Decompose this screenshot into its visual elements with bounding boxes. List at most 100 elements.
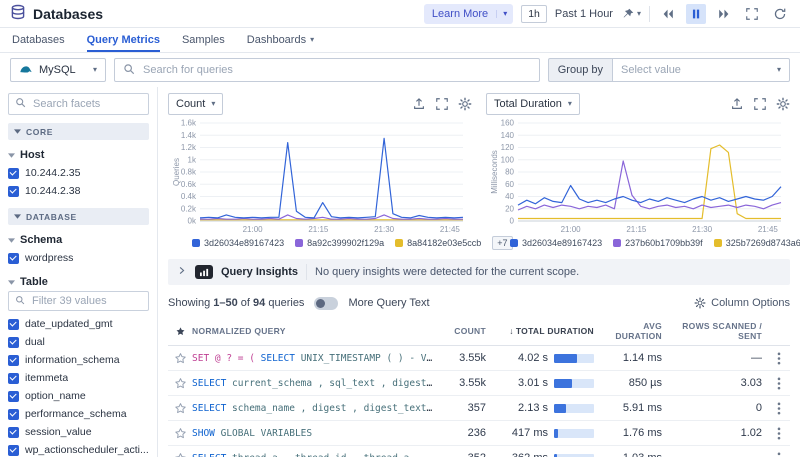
query-search-box[interactable] xyxy=(114,58,540,82)
facet-value-row[interactable]: wordpress xyxy=(8,249,149,267)
row-menu-button[interactable] xyxy=(768,402,790,415)
row-menu-button[interactable] xyxy=(768,352,790,365)
learn-more-button[interactable]: Learn More ▾ xyxy=(424,4,513,24)
db-engine-select[interactable]: MySQL ▾ xyxy=(10,58,106,82)
facet-value-row[interactable]: session_value xyxy=(8,423,149,441)
tab-samples[interactable]: Samples xyxy=(182,28,225,52)
checkbox-checked[interactable] xyxy=(8,445,19,456)
facet-value-row[interactable]: information_schema xyxy=(8,351,149,369)
legend-item[interactable]: 237b60b1709bb39f xyxy=(613,238,703,248)
gear-icon[interactable] xyxy=(458,97,472,111)
refresh-button[interactable] xyxy=(770,4,790,24)
favorite-star-icon[interactable] xyxy=(168,352,192,365)
time-range-short[interactable]: 1h xyxy=(521,5,547,23)
col-avg-duration[interactable]: AVG DURATION xyxy=(600,321,668,341)
table-row[interactable]: SELECT schema_name , digest , digest_tex… xyxy=(168,396,790,421)
facet-group-core[interactable]: CORE xyxy=(8,123,149,140)
table-row[interactable]: SELECT thread_a . thread_id , thread_a .… xyxy=(168,446,790,457)
normalized-query[interactable]: SET @ ? = ( SELECT UNIX_TIMESTAMP ( ) - … xyxy=(192,353,442,364)
checkbox-checked[interactable] xyxy=(8,427,19,438)
normalized-query[interactable]: SELECT schema_name , digest , digest_tex… xyxy=(192,403,442,414)
svg-text:21:00: 21:00 xyxy=(561,225,582,234)
favorite-star-header-icon[interactable] xyxy=(168,326,192,337)
legend-item[interactable]: 8a92c399902f129a xyxy=(295,238,384,248)
time-range-label[interactable]: Past 1 Hour xyxy=(555,8,613,20)
table-row[interactable]: SET @ ? = ( SELECT UNIX_TIMESTAMP ( ) - … xyxy=(168,346,790,371)
facet-value-row[interactable]: itemmeta xyxy=(8,369,149,387)
group-by-select[interactable]: Select value ▾ xyxy=(612,58,790,82)
tab-databases[interactable]: Databases xyxy=(12,28,65,52)
svg-text:21:15: 21:15 xyxy=(626,225,647,234)
pin-dropdown[interactable]: ▾ xyxy=(621,7,641,21)
query-insights-bar[interactable]: Query Insights No query insights were de… xyxy=(168,259,790,285)
facet-group-database[interactable]: DATABASE xyxy=(8,208,149,225)
facet-value-row[interactable]: wp_actionscheduler_acti... xyxy=(8,441,149,457)
column-options-button[interactable]: Column Options xyxy=(694,297,790,309)
col-count[interactable]: COUNT xyxy=(442,326,492,336)
chart-metric-select[interactable]: Total Duration ▾ xyxy=(486,93,580,115)
row-menu-button[interactable] xyxy=(768,377,790,390)
normalized-query[interactable]: SHOW GLOBAL VARIABLES xyxy=(192,428,442,439)
col-total-duration[interactable]: ↓ TOTAL DURATION xyxy=(492,326,600,336)
facet-value-row[interactable]: performance_schema xyxy=(8,405,149,423)
row-menu-button[interactable] xyxy=(768,427,790,440)
tab-dashboards[interactable]: Dashboards▾ xyxy=(247,28,314,52)
pause-button[interactable] xyxy=(686,4,706,24)
checkbox-checked[interactable] xyxy=(8,337,19,348)
table-row[interactable]: SHOW GLOBAL VARIABLES236417 ms1.76 ms1.0… xyxy=(168,421,790,446)
chevron-down-icon: ▾ xyxy=(777,66,781,74)
favorite-star-icon[interactable] xyxy=(168,452,192,457)
legend-label: 3d26034e89167423 xyxy=(204,238,284,248)
facet-value-row[interactable]: 10.244.2.35 xyxy=(8,164,149,182)
table-row[interactable]: SELECT current_schema , sql_text , diges… xyxy=(168,371,790,396)
legend-item[interactable]: 8a84182e03e5ccb xyxy=(395,238,481,248)
chevron-down-icon[interactable]: ▾ xyxy=(496,10,513,18)
legend-item[interactable]: 325b7269d8743a6 xyxy=(714,238,800,248)
tab-query-metrics[interactable]: Query Metrics xyxy=(87,28,160,52)
expand-icon[interactable] xyxy=(753,97,767,111)
checkbox-checked[interactable] xyxy=(8,409,19,420)
total-duration-chart[interactable]: 16014012010080604020021:0021:1521:3021:4… xyxy=(486,117,786,235)
checkbox-checked[interactable] xyxy=(8,391,19,402)
more-query-text-toggle[interactable] xyxy=(314,297,338,310)
search-facets-input[interactable] xyxy=(31,97,142,111)
col-rows-scanned-sent[interactable]: ROWS SCANNED / SENT xyxy=(668,321,768,341)
expand-icon[interactable] xyxy=(435,97,449,111)
query-search-input[interactable] xyxy=(141,63,531,77)
fast-forward-button[interactable] xyxy=(714,4,734,24)
normalized-query[interactable]: SELECT current_schema , sql_text , diges… xyxy=(192,378,442,389)
col-normalized-query[interactable]: NORMALIZED QUERY xyxy=(192,326,442,336)
favorite-star-icon[interactable] xyxy=(168,427,192,440)
chevron-right-icon[interactable] xyxy=(176,265,187,279)
queries-count-chart[interactable]: 1.6k1.4k1.2k1k0.8k0.6k0.4k0.2k0k21:0021:… xyxy=(168,117,468,235)
table-filter-input[interactable] xyxy=(30,294,142,308)
checkbox-checked[interactable] xyxy=(8,168,19,179)
facet-schema[interactable]: Schema xyxy=(8,234,149,246)
checkbox-checked[interactable] xyxy=(8,373,19,384)
legend-item[interactable]: 3d26034e89167423 xyxy=(192,238,284,248)
total-duration-cell: 2.13 s xyxy=(492,402,600,414)
facet-value-row[interactable]: dual xyxy=(8,333,149,351)
gear-icon[interactable] xyxy=(776,97,790,111)
checkbox-checked[interactable] xyxy=(8,319,19,330)
checkbox-checked[interactable] xyxy=(8,253,19,264)
row-menu-button[interactable] xyxy=(768,452,790,457)
table-filter-box[interactable] xyxy=(8,291,149,311)
checkbox-checked[interactable] xyxy=(8,355,19,366)
rewind-button[interactable] xyxy=(658,4,678,24)
export-icon[interactable] xyxy=(730,97,744,111)
facet-value-row[interactable]: date_updated_gmt xyxy=(8,315,149,333)
facet-value-row[interactable]: 10.244.2.38 xyxy=(8,182,149,200)
favorite-star-icon[interactable] xyxy=(168,377,192,390)
facet-search-box[interactable] xyxy=(8,93,149,115)
chart-metric-select[interactable]: Count ▾ xyxy=(168,93,223,115)
checkbox-checked[interactable] xyxy=(8,186,19,197)
fullscreen-button[interactable] xyxy=(742,4,762,24)
legend-item[interactable]: 3d26034e89167423 xyxy=(510,238,602,248)
export-icon[interactable] xyxy=(412,97,426,111)
facet-host[interactable]: Host xyxy=(8,149,149,161)
normalized-query[interactable]: SELECT thread_a . thread_id , thread_a .… xyxy=(192,453,442,457)
facet-table[interactable]: Table xyxy=(8,276,149,288)
facet-value-row[interactable]: option_name xyxy=(8,387,149,405)
favorite-star-icon[interactable] xyxy=(168,402,192,415)
